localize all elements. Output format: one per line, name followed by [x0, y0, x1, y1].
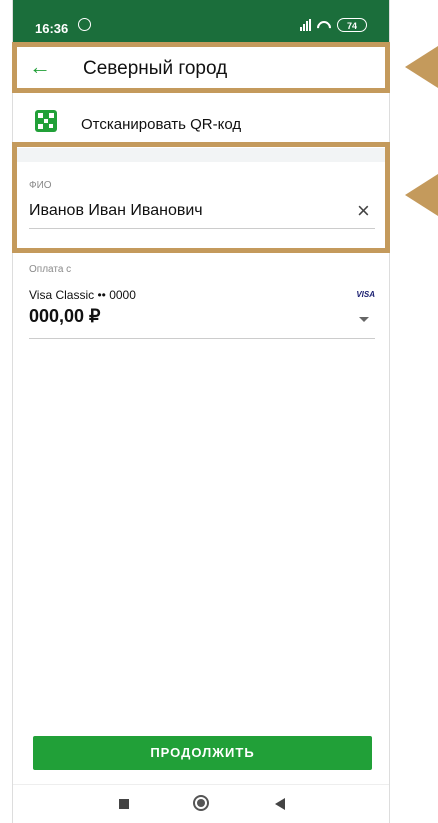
visa-logo: VISA: [356, 290, 375, 299]
highlight-frame-header: [12, 42, 390, 93]
back-triangle-icon[interactable]: [275, 798, 285, 810]
recent-apps-icon[interactable]: [119, 799, 129, 809]
battery-level: 74: [346, 21, 357, 31]
scan-qr-label: Отсканировать QR-код: [81, 116, 242, 133]
pointer-arrow-icon: [405, 174, 438, 216]
wifi-icon: [317, 19, 331, 31]
system-nav-bar: [13, 784, 389, 823]
alarm-icon: [78, 18, 91, 31]
status-right: 74: [300, 18, 367, 32]
chevron-down-icon[interactable]: [359, 317, 369, 322]
scan-qr-row[interactable]: Отсканировать QR-код: [13, 100, 389, 148]
amount-input[interactable]: 000,00 ₽: [29, 306, 101, 327]
phone-screen: 16:36 74 ← Северный город Отсканировать …: [12, 0, 390, 823]
home-icon[interactable]: [193, 795, 209, 811]
highlight-frame-fio: [12, 142, 390, 253]
pointer-arrow-icon: [405, 46, 438, 88]
status-bar: 16:36 74: [13, 0, 389, 44]
continue-button[interactable]: ПРОДОЛЖИТЬ: [33, 736, 372, 770]
payment-label: Оплата с: [29, 264, 72, 275]
qr-code-icon: [35, 110, 57, 132]
signal-icon: [300, 19, 311, 31]
status-time: 16:36: [35, 21, 69, 36]
battery-icon: 74: [337, 18, 367, 32]
card-name[interactable]: Visa Classic •• 0000: [29, 288, 136, 302]
payment-underline: [29, 338, 375, 339]
